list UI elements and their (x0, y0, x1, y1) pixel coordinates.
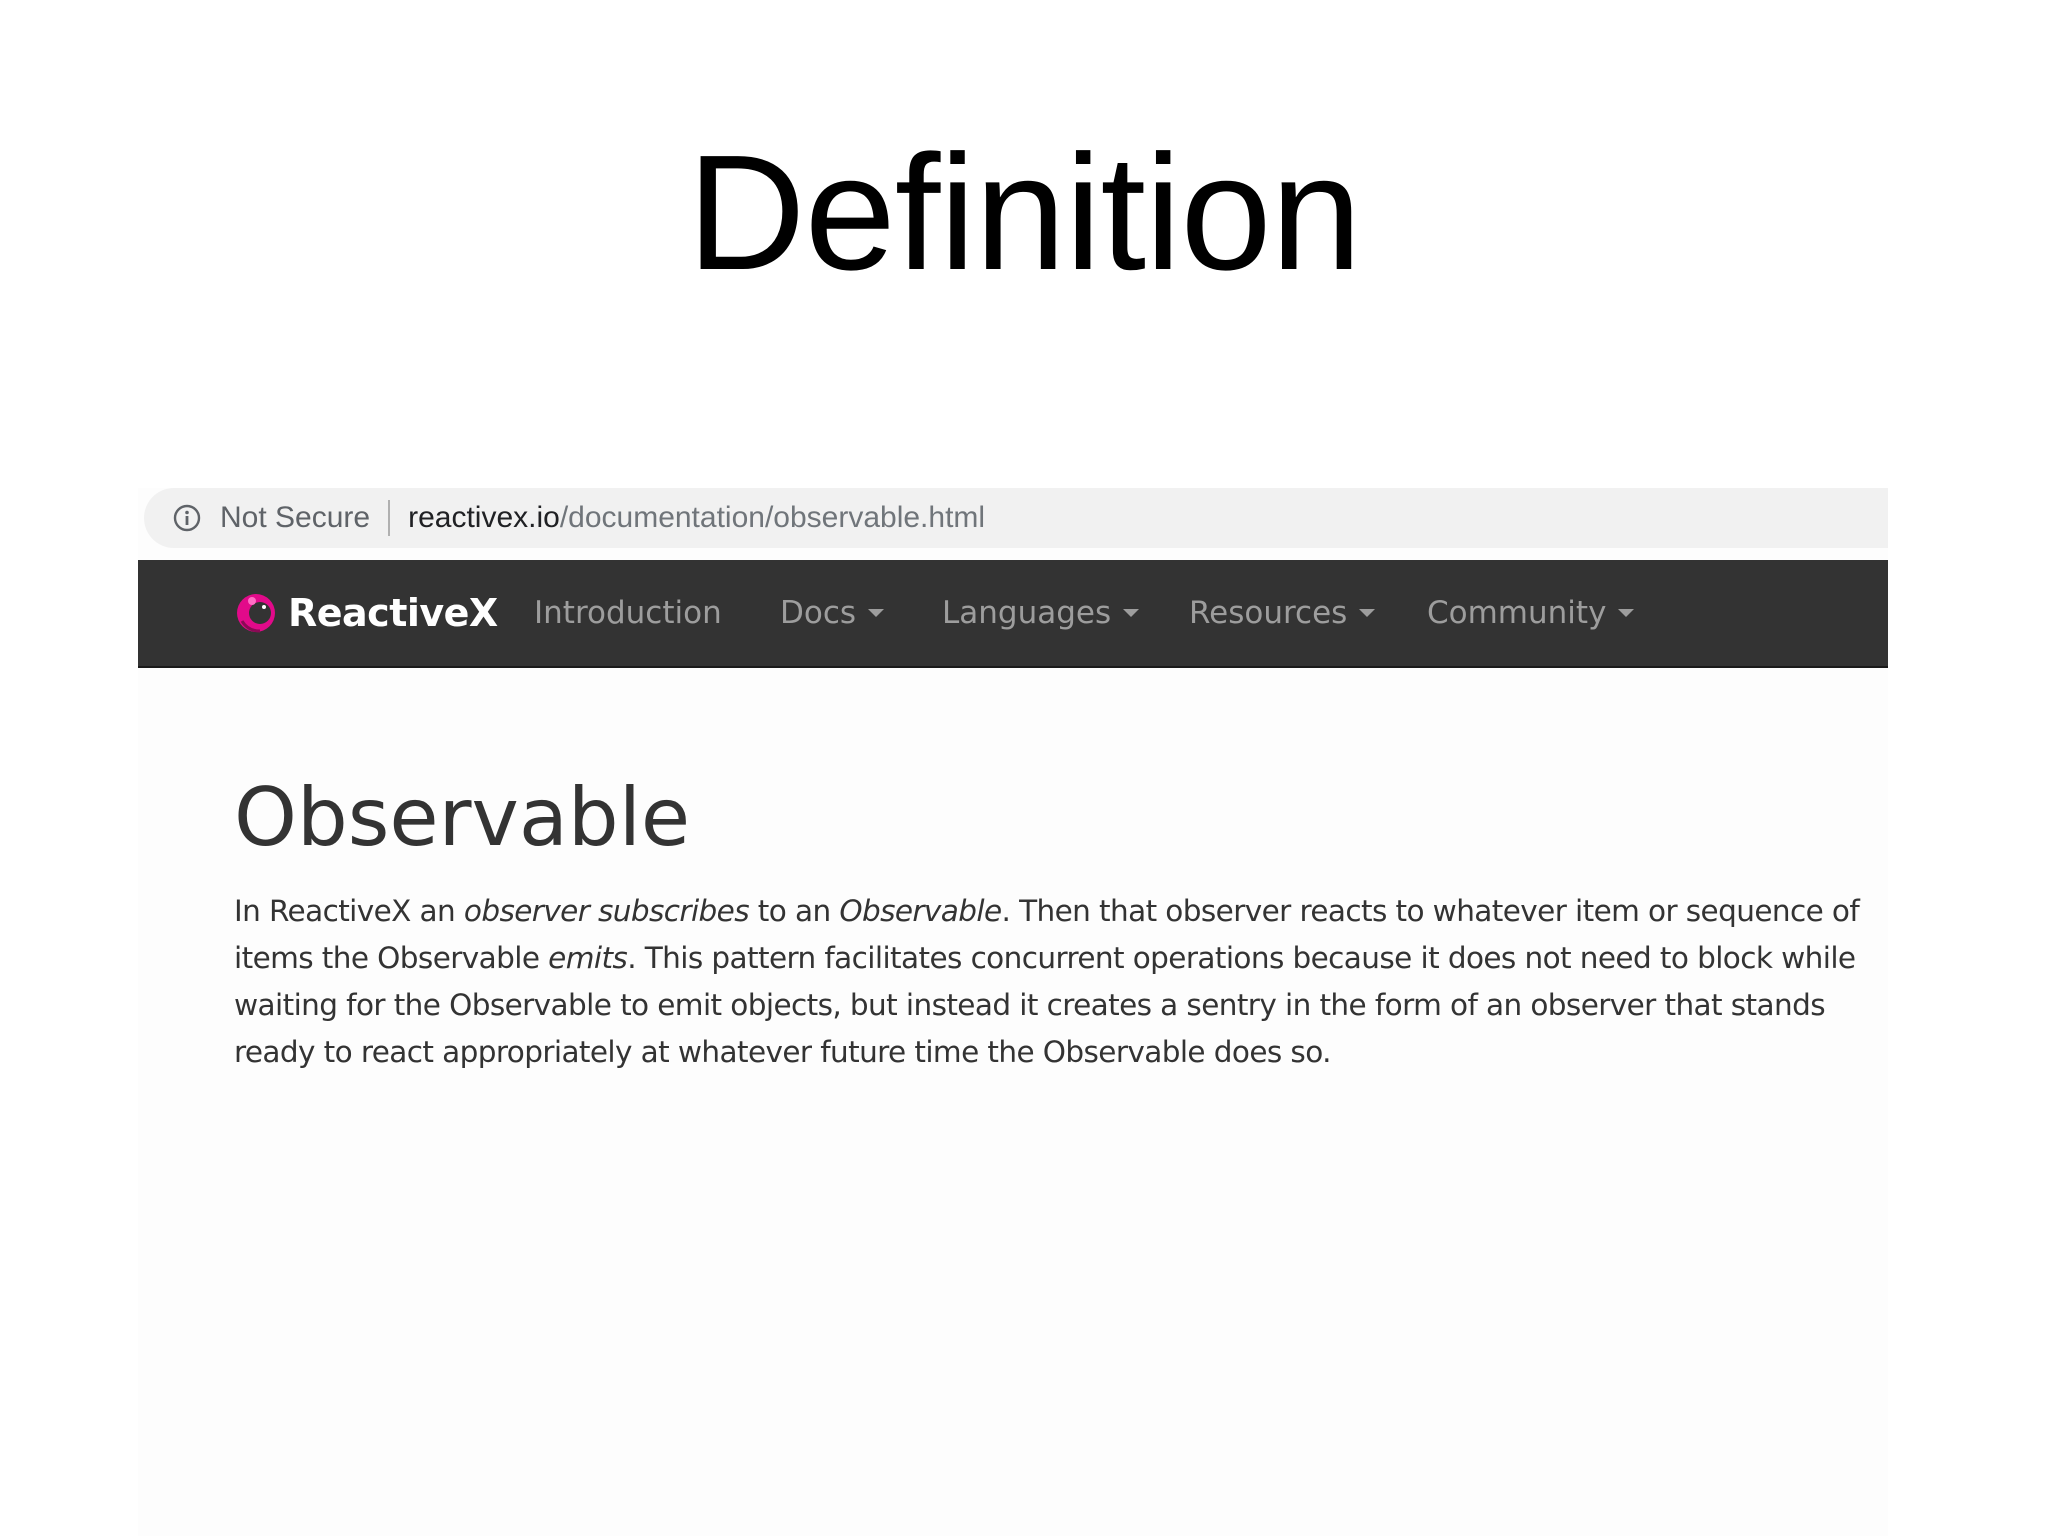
reactivex-logo-icon (237, 594, 275, 633)
slide-title: Definition (687, 121, 1362, 304)
info-circle-icon[interactable] (172, 503, 202, 533)
caret-down-icon (868, 609, 885, 617)
address-divider (388, 500, 391, 536)
address-bar[interactable]: Not Secure reactivex.io/documentation/ob… (144, 488, 1888, 548)
observable-emphasis: Observable (839, 894, 1002, 928)
nav-resources-label: Resources (1189, 595, 1348, 631)
nav-resources[interactable]: Resources (1189, 560, 1376, 666)
page-heading: Observable (234, 771, 691, 864)
nav-introduction[interactable]: Introduction (534, 560, 722, 666)
observer-subscribes-emphasis: observer subscribes (463, 894, 750, 928)
nav-community[interactable]: Community (1427, 560, 1635, 666)
nav-languages[interactable]: Languages (942, 560, 1140, 666)
paragraph-text-2: to an (749, 894, 840, 928)
url-path: /documentation/observable.html (559, 501, 986, 534)
site-navbar: ReactiveX Introduction Docs Languages Re… (138, 560, 1888, 668)
url-domain: reactivex.io (408, 501, 560, 534)
paragraph-text-1: In ReactiveX an (234, 894, 464, 928)
definition-paragraph: In ReactiveX an observer subscribes to a… (234, 888, 1874, 1076)
browser-screenshot: Not Secure reactivex.io/documentation/ob… (138, 488, 1888, 1536)
brand-name: ReactiveX (288, 591, 498, 635)
url-text[interactable]: reactivex.io/documentation/observable.ht… (408, 501, 985, 535)
caret-down-icon (1359, 609, 1376, 617)
brand-link[interactable]: ReactiveX (234, 560, 498, 666)
nav-community-label: Community (1427, 595, 1607, 631)
security-label[interactable]: Not Secure (220, 501, 370, 535)
nav-docs[interactable]: Docs (780, 560, 885, 666)
nav-introduction-label: Introduction (534, 595, 722, 631)
caret-down-icon (1123, 609, 1140, 617)
caret-down-icon (1618, 609, 1635, 617)
emits-emphasis: emits (548, 941, 628, 975)
nav-languages-label: Languages (942, 595, 1112, 631)
nav-docs-label: Docs (780, 595, 857, 631)
